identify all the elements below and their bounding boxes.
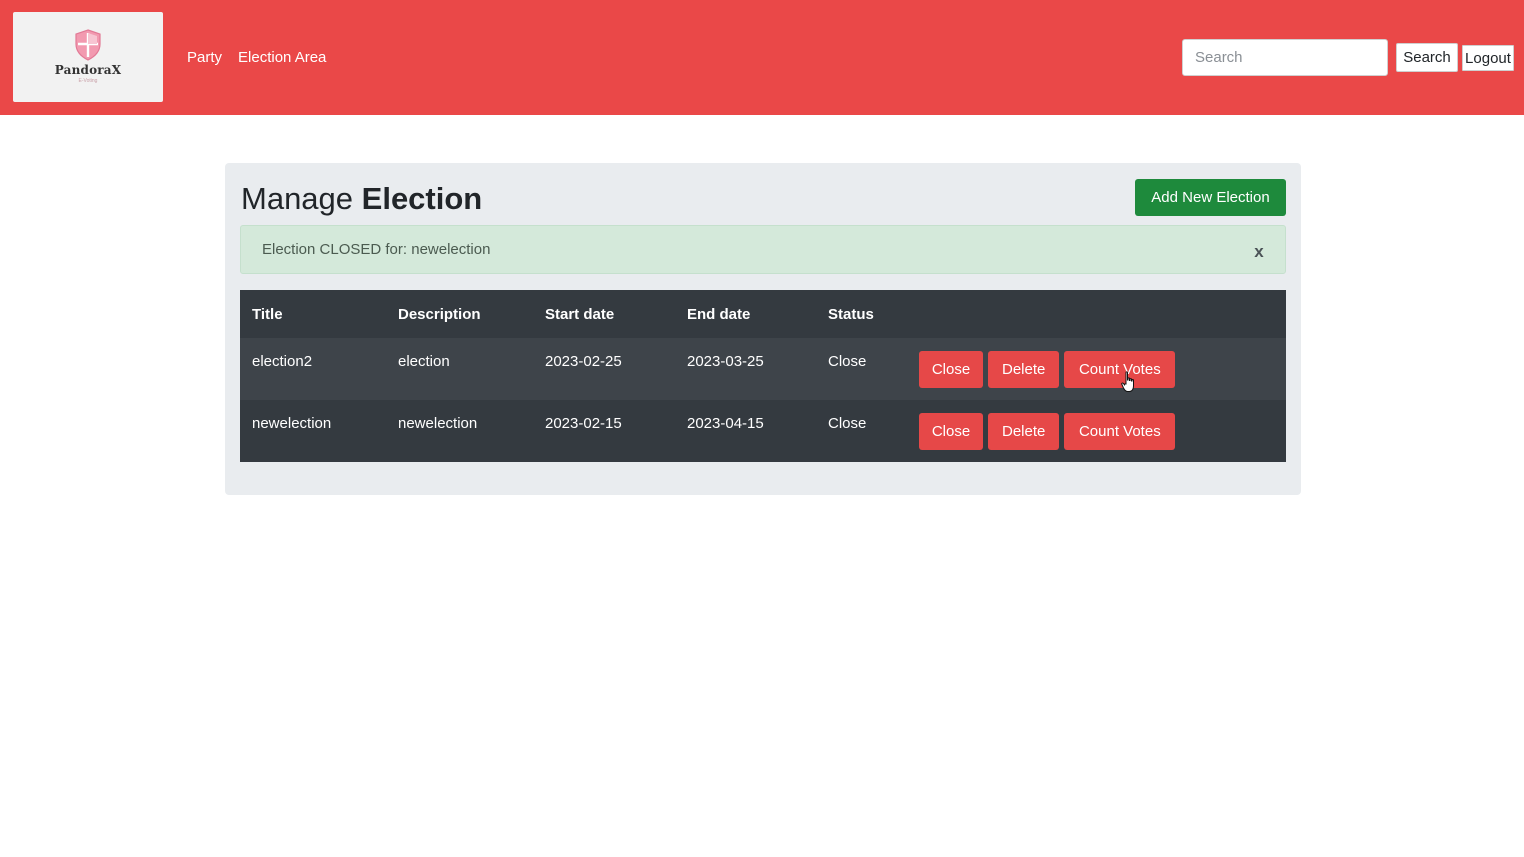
table-header-row: Title Description Start date End date St… bbox=[240, 290, 1286, 338]
cell-description: election bbox=[398, 353, 450, 370]
cell-end-date: 2023-04-15 bbox=[687, 415, 764, 432]
top-navbar: PandoraX E-Voting Party Election Area Se… bbox=[0, 0, 1524, 115]
election-table-wrapper: Title Description Start date End date St… bbox=[240, 290, 1286, 462]
brand-name: PandoraX bbox=[54, 62, 122, 77]
cell-actions: Close Delete Count Votes bbox=[911, 338, 1286, 400]
search-button[interactable]: Search bbox=[1396, 43, 1458, 72]
election-table: Title Description Start date End date St… bbox=[240, 290, 1286, 462]
alert-close-button[interactable]: x bbox=[1244, 239, 1274, 265]
page-title-light: Manage bbox=[241, 181, 354, 216]
cell-start-date: 2023-02-15 bbox=[545, 415, 622, 432]
close-election-button[interactable]: Close bbox=[919, 413, 983, 450]
cell-start-date: 2023-02-25 bbox=[545, 353, 622, 370]
cell-end-date: 2023-03-25 bbox=[687, 353, 764, 370]
nav-link-party[interactable]: Party bbox=[187, 48, 222, 68]
delete-election-button[interactable]: Delete bbox=[988, 351, 1060, 388]
close-election-button[interactable]: Close bbox=[919, 351, 983, 388]
page-title-bold: Election bbox=[361, 181, 483, 216]
column-header-actions bbox=[911, 290, 1286, 338]
table-row: election2 election 2023-02-25 2023-03-25… bbox=[240, 338, 1286, 400]
success-alert: Election CLOSED for: newelection x bbox=[240, 225, 1286, 274]
logout-button[interactable]: Logout bbox=[1462, 45, 1514, 71]
count-votes-button[interactable]: Count Votes bbox=[1064, 413, 1176, 450]
brand-logo[interactable]: PandoraX E-Voting bbox=[13, 12, 163, 102]
column-header-end-date: End date bbox=[687, 305, 751, 323]
shield-logo-icon bbox=[75, 28, 101, 61]
cell-title: newelection bbox=[252, 415, 332, 432]
column-header-start-date: Start date bbox=[545, 305, 615, 323]
cell-description: newelection bbox=[398, 415, 478, 432]
cell-title: election2 bbox=[252, 353, 313, 370]
search-input[interactable] bbox=[1182, 39, 1388, 76]
nav-links: Party Election Area bbox=[187, 48, 326, 68]
delete-election-button[interactable]: Delete bbox=[988, 413, 1060, 450]
add-new-election-button[interactable]: Add New Election bbox=[1135, 179, 1286, 216]
column-header-description: Description bbox=[398, 305, 481, 323]
cell-status: Close bbox=[828, 353, 867, 370]
alert-message: Election CLOSED for: newelection bbox=[262, 241, 491, 258]
table-row: newelection newelection 2023-02-15 2023-… bbox=[240, 400, 1286, 462]
cell-status: Close bbox=[828, 415, 867, 432]
count-votes-button[interactable]: Count Votes bbox=[1064, 351, 1176, 388]
column-header-title: Title bbox=[252, 305, 283, 323]
cell-actions: Close Delete Count Votes bbox=[911, 400, 1286, 462]
manage-election-card: Manage Election Add New Election Electio… bbox=[225, 163, 1301, 495]
nav-link-election-area[interactable]: Election Area bbox=[238, 48, 326, 68]
brand-tagline: E-Voting bbox=[78, 77, 98, 84]
page-title: Manage Election bbox=[241, 179, 482, 219]
column-header-status: Status bbox=[828, 305, 874, 323]
